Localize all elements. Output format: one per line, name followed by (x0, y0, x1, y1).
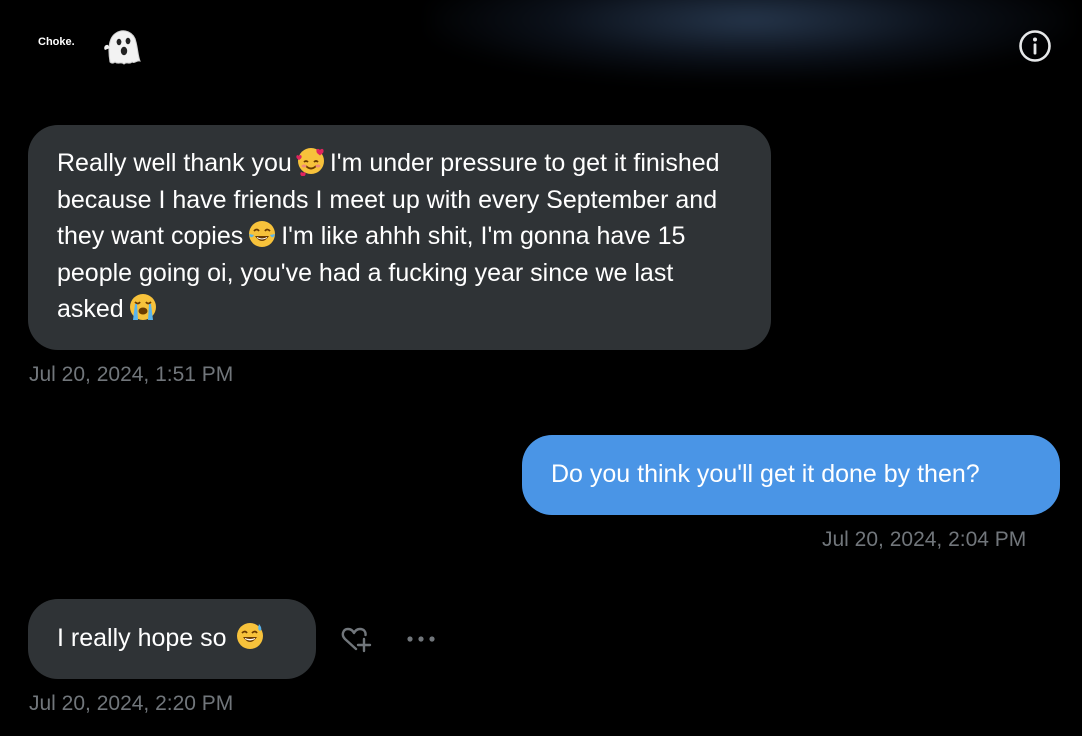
info-icon[interactable] (1018, 29, 1052, 63)
message-timestamp: Jul 20, 2024, 2:04 PM (822, 528, 1027, 551)
message-bubble-received[interactable]: I really hope so (28, 599, 316, 679)
message-bubble-received[interactable]: Really well thank you I'm under pressure… (28, 125, 771, 350)
tears-of-joy-emoji (249, 221, 276, 247)
message-text: I really hope so (57, 624, 227, 652)
message-timestamp: Jul 20, 2024, 1:51 PM (29, 363, 234, 386)
loudly-crying-emoji (129, 294, 156, 320)
add-reaction-icon[interactable] (340, 624, 374, 654)
grinning-sweat-emoji (236, 623, 263, 649)
message-text: Do you think you'll get it done by then? (551, 460, 980, 488)
ghost-icon[interactable] (102, 28, 142, 66)
message-text: Really well thank you (57, 149, 292, 177)
header-glow (430, 0, 1070, 80)
more-options-icon[interactable] (405, 634, 437, 644)
message-timestamp: Jul 20, 2024, 2:20 PM (29, 692, 234, 715)
message-bubble-sent[interactable]: Do you think you'll get it done by then? (522, 435, 1060, 515)
smiling-face-with-hearts-emoji (296, 148, 324, 176)
conversation-name: Choke. (38, 36, 75, 48)
